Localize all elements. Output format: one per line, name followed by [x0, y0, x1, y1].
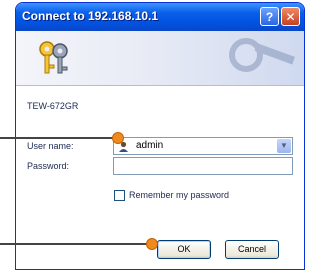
chevron-down-icon[interactable]: ▼ [277, 139, 291, 153]
username-label: User name: [27, 141, 74, 151]
remember-password-label[interactable]: Remember my password [129, 190, 229, 200]
password-field[interactable] [113, 157, 293, 175]
keys-icon [39, 41, 68, 74]
window-title: Connect to 192.168.10.1 [22, 9, 159, 23]
connect-dialog: Connect to 192.168.10.1 ? ✕ TEW-672GR Us… [16, 3, 304, 269]
username-value: admin [136, 140, 164, 151]
remember-password-checkbox[interactable] [114, 190, 125, 201]
username-callout-dot [112, 132, 124, 144]
close-button[interactable]: ✕ [281, 7, 300, 26]
site-name: TEW-672GR [27, 101, 79, 111]
username-callout-line [0, 137, 120, 139]
password-label: Password: [27, 161, 70, 171]
ok-button[interactable]: OK [157, 240, 211, 259]
title-bar[interactable]: Connect to 192.168.10.1 ? ✕ [16, 3, 304, 31]
cancel-button[interactable]: Cancel [225, 240, 279, 259]
help-button[interactable]: ? [260, 7, 279, 26]
username-combobox[interactable]: admin ▼ [113, 137, 293, 155]
ok-callout-line [0, 243, 150, 245]
dialog-body: TEW-672GR User name: admin ▼ Password: R… [16, 86, 304, 269]
keys-watermark-icon [229, 38, 295, 72]
ok-callout-dot [146, 238, 158, 250]
dialog-banner [16, 31, 304, 86]
